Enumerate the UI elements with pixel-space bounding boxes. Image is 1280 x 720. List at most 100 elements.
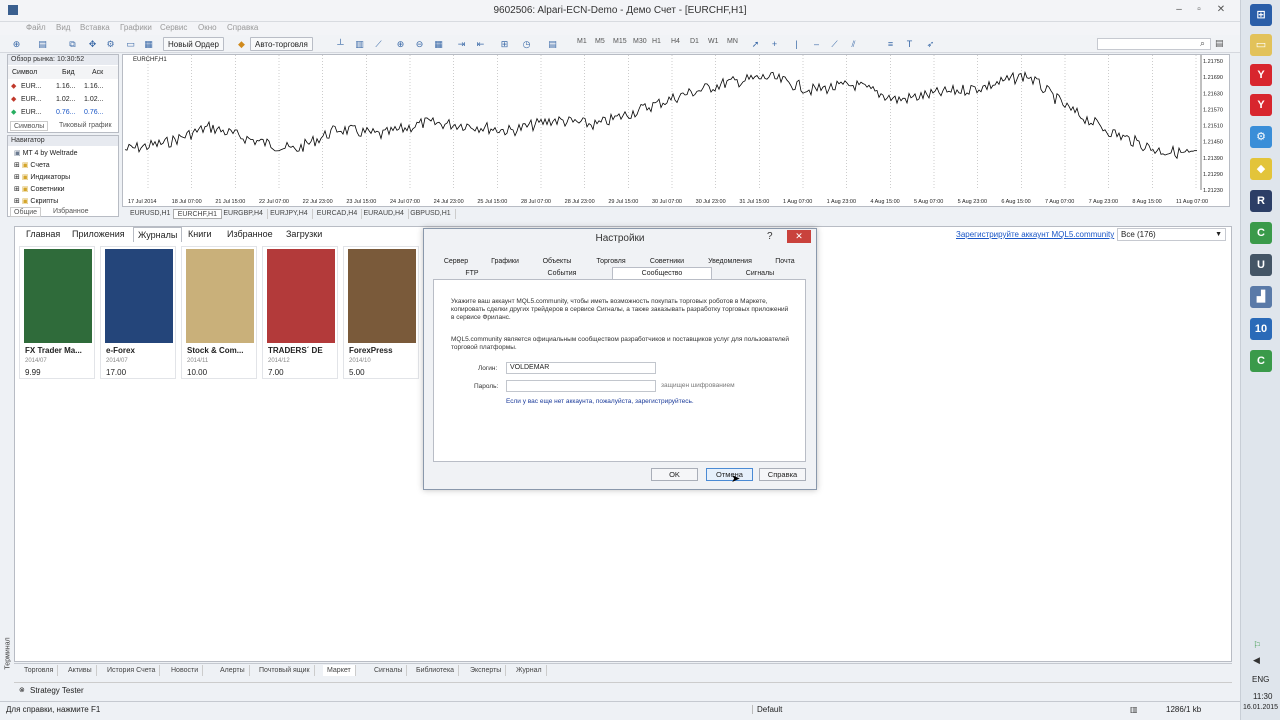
search-options-icon[interactable]: ▤ (1215, 38, 1224, 49)
tile-icon[interactable]: ▦ (432, 38, 445, 50)
tab-library[interactable]: Библиотека (412, 665, 460, 676)
tab-general[interactable]: Общие (10, 207, 42, 217)
chart-tab[interactable]: EURUSD,H1 (126, 209, 176, 219)
fibo-icon[interactable]: ≡ (884, 38, 897, 50)
tab-events[interactable]: События (516, 268, 608, 279)
login-field[interactable]: VOLDEMAR (506, 362, 656, 374)
col-ask[interactable]: Аск (92, 66, 103, 79)
yandex-browser-icon[interactable]: Y (1250, 64, 1272, 86)
help-button[interactable]: Справка (759, 468, 806, 481)
tab-downloads[interactable]: Загрузки (282, 227, 326, 242)
tab-mailbox[interactable]: Почтовый ящик (255, 665, 315, 676)
shift-icon[interactable]: ⇤ (474, 38, 487, 50)
terminal-icon[interactable]: ▭ (124, 38, 137, 50)
arrows-icon[interactable]: ➶ (924, 38, 937, 50)
tf-m30[interactable]: M30 (633, 38, 647, 45)
trendline-icon[interactable]: ⟋ (828, 38, 841, 50)
close-button[interactable]: ✕ (1208, 3, 1234, 17)
tab-symbols[interactable]: Символы (10, 121, 49, 131)
tab-trade[interactable]: Торговля (20, 665, 59, 676)
app-icon[interactable]: R (1250, 190, 1272, 212)
magazine-card[interactable]: e-Forex 2014/07 17.00 (100, 246, 176, 379)
tab-mail[interactable]: Почта (768, 256, 802, 267)
menu-view[interactable]: Вид (56, 23, 70, 32)
tray-icon[interactable]: ⚐ (1253, 640, 1261, 651)
tf-h4[interactable]: H4 (671, 38, 680, 45)
chart-tab[interactable]: EURAUD,H4 (360, 209, 409, 219)
col-bid[interactable]: Бид (62, 66, 75, 79)
language-indicator[interactable]: ENG (1252, 675, 1269, 684)
ok-button[interactable]: OK (651, 468, 698, 481)
vline-icon[interactable]: | (790, 38, 803, 50)
clock-date[interactable]: 16.01.2015 (1243, 704, 1278, 711)
tf-m15[interactable]: M15 (613, 38, 627, 45)
tab-trading[interactable]: Торговля (590, 256, 632, 267)
tf-m1[interactable]: M1 (577, 38, 587, 45)
menu-insert[interactable]: Вставка (80, 23, 110, 32)
table-row[interactable]: ◆ EUR... 1.02... 1.02... (8, 93, 118, 106)
network-icon[interactable]: ⚙ (1250, 126, 1272, 148)
explorer-icon[interactable]: ▭ (1250, 34, 1272, 56)
tab-magazines[interactable]: Журналы (133, 227, 183, 242)
tf-m5[interactable]: M5 (595, 38, 605, 45)
chart-tab[interactable]: EURCHF,H1 (172, 209, 222, 219)
tab-alerts[interactable]: Алерты (216, 665, 250, 676)
strategy-tester-bar[interactable]: ⊗ Strategy Tester (14, 682, 1232, 698)
price-chart[interactable]: EURCHF,H1 17 Jul 2014 18 Jul 07:00 21 Jul … (122, 54, 1230, 207)
tab-experts[interactable]: Советники (644, 256, 690, 267)
windows-start-icon[interactable]: ⊞ (1250, 4, 1272, 26)
templates-icon[interactable]: ▤ (546, 38, 559, 50)
tab-market[interactable]: Маркет (323, 665, 356, 676)
meta-editor-icon[interactable]: ◆ (235, 38, 248, 50)
table-row[interactable]: ◆ EUR... 0.76... 0.76... (8, 106, 118, 119)
search-icon[interactable]: ⌕ (1200, 38, 1205, 49)
menu-file[interactable]: Файл (26, 23, 46, 32)
help-icon[interactable]: ? (767, 231, 773, 242)
camtasia-icon[interactable]: C (1250, 222, 1272, 244)
metatrader-icon[interactable]: ▟ (1250, 286, 1272, 308)
tab-favorites[interactable]: Избранное (50, 207, 91, 217)
tab-charts[interactable]: Графики (484, 256, 526, 267)
tab-ftp[interactable]: FTP (438, 268, 506, 279)
search-input[interactable] (1097, 38, 1211, 50)
tab-server[interactable]: Сервер (438, 256, 474, 267)
password-field[interactable] (506, 380, 656, 392)
zoom-out-icon[interactable]: ⊖ (413, 38, 426, 50)
tab-favorites-market[interactable]: Избранное (223, 227, 277, 242)
menu-window[interactable]: Окно (198, 23, 217, 32)
profiles-icon[interactable]: ▤ (36, 38, 49, 50)
tab-news[interactable]: Новости (167, 665, 204, 676)
chart-tab[interactable]: EURGBP,H4 (219, 209, 268, 219)
tab-home[interactable]: Главная (22, 227, 64, 242)
bar-chart-icon[interactable]: ┴ (334, 38, 347, 50)
clock-time[interactable]: 11:30 (1253, 692, 1272, 701)
channel-icon[interactable]: ⫽ (847, 38, 860, 50)
tab-assets[interactable]: Активы (64, 665, 97, 676)
app-icon[interactable]: U (1250, 254, 1272, 276)
app-icon[interactable]: ◆ (1250, 158, 1272, 180)
cancel-button[interactable]: Отмена (706, 468, 753, 481)
camtasia-icon[interactable]: C (1250, 350, 1272, 372)
close-icon[interactable]: ✕ (787, 230, 811, 243)
magazine-card[interactable]: ForexPress 2014/10 5.00 (343, 246, 419, 379)
zoom-in-icon[interactable]: ⊕ (394, 38, 407, 50)
col-symbol[interactable]: Символ (12, 66, 37, 79)
tab-history[interactable]: История Счета (103, 665, 161, 676)
chart-tab[interactable]: EURCAD,H4 (313, 209, 363, 219)
close-icon[interactable]: ⊗ (19, 686, 25, 694)
tf-w1[interactable]: W1 (708, 38, 719, 45)
yandex-icon[interactable]: Y (1250, 94, 1272, 116)
menu-help[interactable]: Справка (227, 23, 258, 32)
tab-signals[interactable]: Сигналы (716, 268, 804, 279)
tab-tick-chart[interactable]: Тиковый график (56, 121, 115, 131)
data-window-icon[interactable]: ⚙ (104, 38, 117, 50)
register-link[interactable]: Если у вас еще нет аккаунта, пожалуйста,… (506, 398, 694, 406)
tab-books[interactable]: Книги (184, 227, 216, 242)
chart-tab[interactable]: GBPUSD,H1 (406, 209, 456, 219)
indicators-icon[interactable]: ⊞ (498, 38, 511, 50)
tab-signals[interactable]: Сигналы (370, 665, 408, 676)
chart-tab[interactable]: EURJPY,H4 (266, 209, 313, 219)
tab-objects[interactable]: Объекты (536, 256, 578, 267)
volume-icon[interactable]: ◀ (1253, 655, 1260, 666)
text-icon[interactable]: T (903, 38, 916, 50)
